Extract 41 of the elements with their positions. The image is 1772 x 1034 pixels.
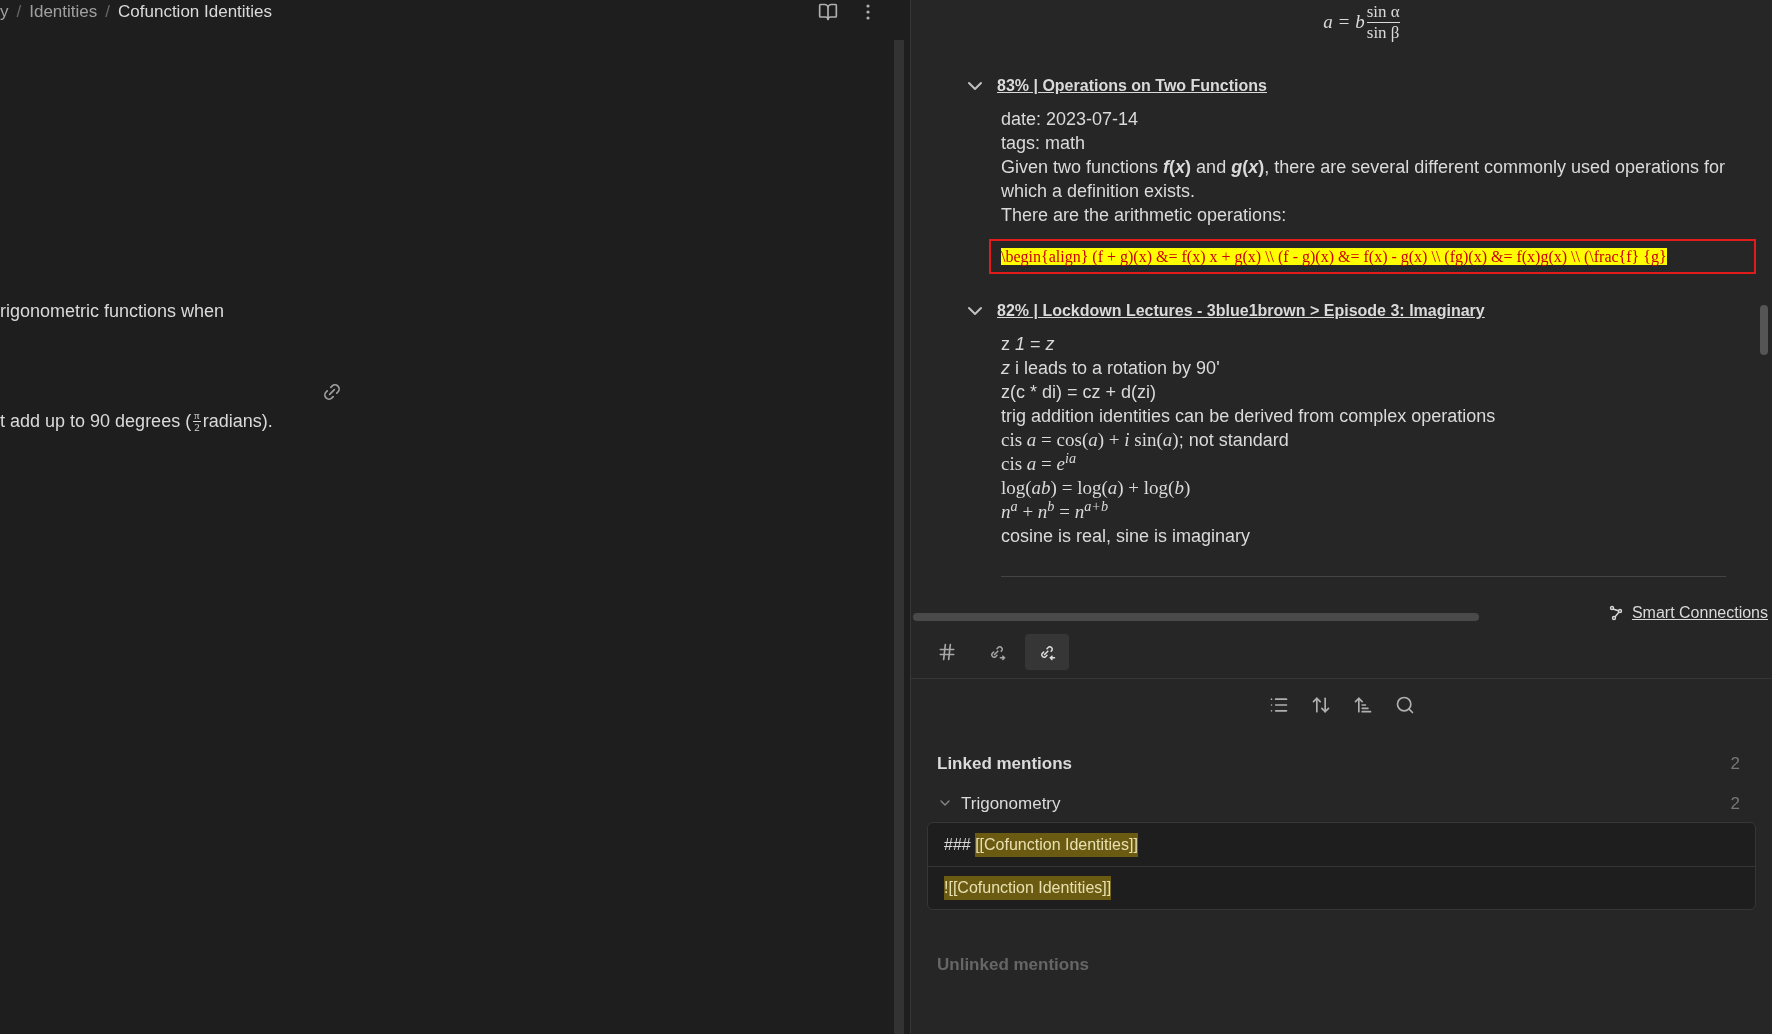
- mention-row[interactable]: ### [[Cofunction Identities]]: [928, 823, 1755, 866]
- math-error: \begin{align} (f + g)(x) &= f(x) x + g(x) \\ (f - g)(x) &= f(x) - g(x) \\ (fg)(x) &= f(x)g(x) \\ (\frac{f} {g}: [989, 239, 1756, 274]
- result-text: z 1 = z: [1001, 333, 1056, 356]
- result-text: z(c * di) = cz + d(zi): [1001, 381, 1158, 404]
- math-formula: cis a = cos(a) + i sin(a): [1001, 428, 1179, 452]
- result-text: cosine is real, sine is imaginary: [1001, 525, 1252, 548]
- breadcrumb-item[interactable]: Cofunction Identities: [118, 0, 273, 25]
- network-icon: [1607, 605, 1624, 621]
- result-text: z i leads to a rotation by 90': [1001, 357, 1221, 380]
- math-formula: log(ab) = log(a) + log(b): [1001, 476, 1191, 500]
- paragraph: rigonometric functions when: [0, 300, 226, 323]
- scrollbar[interactable]: [1760, 305, 1768, 355]
- breadcrumb-separator: /: [105, 1, 110, 24]
- more-options-icon[interactable]: [866, 4, 870, 20]
- smart-connections-link[interactable]: Smart Connections: [1631, 601, 1768, 625]
- sort-icon[interactable]: [1352, 695, 1373, 715]
- result-link[interactable]: 82% | Lockdown Lectures - 3blue1brown > Episode 3: Imaginary: [997, 299, 1485, 323]
- search-icon[interactable]: [1394, 695, 1415, 715]
- result-text: tags: math: [1001, 132, 1087, 155]
- count: 2: [1730, 753, 1740, 775]
- scrollbar[interactable]: [913, 613, 1479, 621]
- result-text: Given two functions f(x) and g(x), there are several different commonly used operations for which a definition exists.: [1001, 156, 1727, 203]
- breadcrumb-separator: /: [16, 1, 22, 24]
- result-link[interactable]: 83% | Operations on Two Functions: [997, 74, 1267, 98]
- section-title: Linked mentions: [937, 753, 1073, 775]
- result-text: trig addition identities can be derived from complex operations: [1001, 405, 1497, 428]
- breadcrumb-item[interactable]: y: [0, 0, 9, 25]
- mention-row[interactable]: ![[Cofunction Identities]]: [928, 866, 1755, 909]
- vertical-arrows-icon[interactable]: [1310, 695, 1331, 715]
- group-title[interactable]: Trigonometry: [961, 790, 1731, 816]
- result-text: ; not standard: [1178, 429, 1289, 452]
- list-icon[interactable]: [1268, 695, 1289, 715]
- result-text: date: 2023-07-14: [1001, 108, 1140, 131]
- hash-icon: [937, 641, 957, 662]
- reading-view-icon: [818, 2, 838, 22]
- result-text: There are the arithmetic operations:: [1001, 204, 1288, 227]
- math-formula: n$^{a}$ + n$^{b}$ = n$^{a+b}$: [1001, 500, 1109, 524]
- math-formula: cis a = e$^{ia}$: [1001, 452, 1077, 476]
- count: 2: [1730, 792, 1740, 815]
- panel-tab[interactable]: [1025, 633, 1069, 670]
- breadcrumb-item[interactable]: Identities: [29, 0, 98, 25]
